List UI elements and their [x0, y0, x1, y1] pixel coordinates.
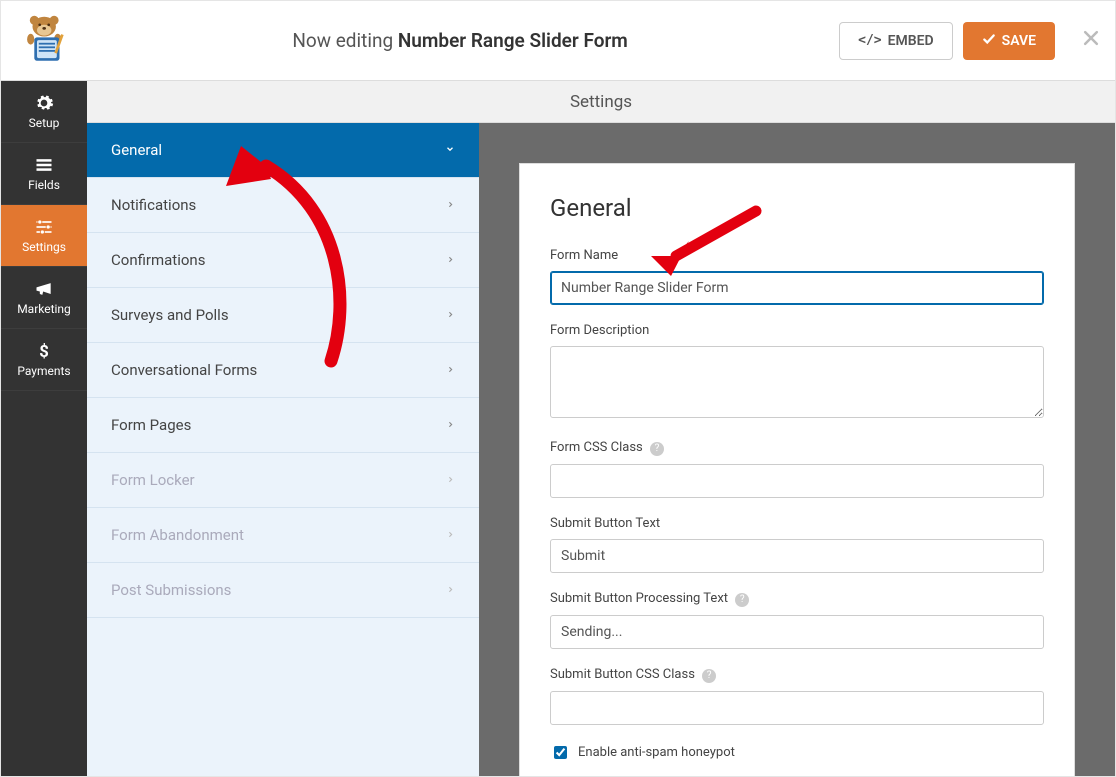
page-title: Now editing Number Range Slider Form: [81, 29, 839, 52]
settings-item-label: Form Pages: [111, 416, 191, 434]
field-form-name: Form Name: [550, 248, 1044, 305]
settings-item-notifications[interactable]: Notifications: [87, 178, 479, 233]
form-name-label: Form Name: [550, 248, 1044, 263]
gear-icon: [34, 93, 54, 113]
settings-item-label: Form Locker: [111, 471, 195, 489]
svg-text:$: $: [39, 343, 49, 361]
settings-content: General Form Name Form Description Form …: [479, 123, 1115, 776]
field-submit-css: Submit Button CSS Class ?: [550, 667, 1044, 725]
vnav-label: Settings: [22, 240, 66, 254]
help-icon[interactable]: ?: [650, 442, 664, 456]
help-icon[interactable]: ?: [735, 593, 749, 607]
list-icon: [34, 155, 54, 175]
css-class-label: Form CSS Class ?: [550, 440, 1044, 456]
save-button[interactable]: SAVE: [963, 22, 1055, 60]
settings-item-form-abandonment[interactable]: Form Abandonment: [87, 508, 479, 563]
settings-item-label: General: [111, 141, 162, 159]
settings-item-label: Conversational Forms: [111, 361, 257, 379]
close-button[interactable]: [1081, 25, 1101, 55]
vnav-item-marketing[interactable]: Marketing: [1, 267, 87, 329]
embed-button-label: EMBED: [888, 33, 934, 49]
vnav-item-payments[interactable]: $ Payments: [1, 329, 87, 391]
vnav-label: Marketing: [17, 302, 71, 316]
chevron-right-icon: [446, 473, 455, 488]
bullhorn-icon: [34, 279, 54, 299]
submit-processing-label-text: Submit Button Processing Text: [550, 591, 728, 606]
save-button-label: SAVE: [1002, 33, 1036, 49]
settings-item-conversational[interactable]: Conversational Forms: [87, 343, 479, 398]
close-icon: [1081, 28, 1101, 48]
settings-item-label: Post Submissions: [111, 581, 231, 599]
antispam-row: Enable anti-spam honeypot: [550, 743, 1044, 762]
settings-item-confirmations[interactable]: Confirmations: [87, 233, 479, 288]
vnav-label: Fields: [28, 178, 60, 192]
form-title: Number Range Slider Form: [398, 29, 628, 52]
css-class-label-text: Form CSS Class: [550, 440, 643, 455]
submit-css-label-text: Submit Button CSS Class: [550, 667, 695, 682]
submit-text-label: Submit Button Text: [550, 516, 1044, 531]
vnav-label: Payments: [17, 364, 70, 378]
submit-css-input[interactable]: [550, 691, 1044, 725]
chevron-right-icon: [446, 363, 455, 378]
code-icon: </>: [858, 33, 881, 48]
field-submit-processing: Submit Button Processing Text ?: [550, 591, 1044, 649]
settings-list: General Notifications Confirmations: [87, 123, 479, 776]
toolbar-buttons: </> EMBED SAVE: [839, 22, 1055, 60]
chevron-right-icon: [446, 198, 455, 213]
chevron-right-icon: [446, 253, 455, 268]
chevron-down-icon: [445, 143, 455, 158]
settings-item-post-submissions[interactable]: Post Submissions: [87, 563, 479, 618]
settings-item-form-locker[interactable]: Form Locker: [87, 453, 479, 508]
settings-item-surveys[interactable]: Surveys and Polls: [87, 288, 479, 343]
sliders-icon: [34, 217, 54, 237]
panels: General Notifications Confirmations: [87, 123, 1115, 776]
dollar-icon: $: [34, 341, 54, 361]
chevron-right-icon: [446, 583, 455, 598]
field-form-description: Form Description: [550, 323, 1044, 422]
field-css-class: Form CSS Class ?: [550, 440, 1044, 498]
css-class-input[interactable]: [550, 464, 1044, 498]
antispam-checkbox[interactable]: [554, 746, 567, 759]
settings-item-label: Form Abandonment: [111, 526, 244, 544]
main-area: Setup Fields Settings Marketing $ Paymen…: [1, 81, 1115, 776]
vertical-nav: Setup Fields Settings Marketing $ Paymen…: [1, 81, 87, 776]
settings-item-label: Notifications: [111, 196, 196, 214]
vnav-item-settings[interactable]: Settings: [1, 205, 87, 267]
vnav-label: Setup: [29, 116, 60, 130]
settings-item-general[interactable]: General: [87, 123, 479, 178]
form-description-input[interactable]: [550, 346, 1044, 418]
settings-item-form-pages[interactable]: Form Pages: [87, 398, 479, 453]
help-icon[interactable]: ?: [702, 669, 716, 683]
check-icon: [982, 32, 996, 50]
settings-item-label: Confirmations: [111, 251, 205, 269]
vnav-item-setup[interactable]: Setup: [1, 81, 87, 143]
form-description-label: Form Description: [550, 323, 1044, 338]
top-toolbar: Now editing Number Range Slider Form </>…: [1, 1, 1115, 81]
settings-item-label: Surveys and Polls: [111, 306, 229, 324]
right-column: Settings General Notifications Con: [87, 81, 1115, 776]
vnav-item-fields[interactable]: Fields: [1, 143, 87, 205]
app-logo: [11, 11, 81, 71]
antispam-label: Enable anti-spam honeypot: [578, 745, 735, 760]
submit-processing-input[interactable]: [550, 615, 1044, 649]
chevron-right-icon: [446, 418, 455, 433]
form-name-input[interactable]: [550, 271, 1044, 305]
submit-css-label: Submit Button CSS Class ?: [550, 667, 1044, 683]
settings-header: Settings: [87, 81, 1115, 123]
chevron-right-icon: [446, 528, 455, 543]
general-settings-card: General Form Name Form Description Form …: [519, 163, 1075, 776]
submit-text-input[interactable]: [550, 539, 1044, 573]
field-submit-text: Submit Button Text: [550, 516, 1044, 573]
submit-processing-label: Submit Button Processing Text ?: [550, 591, 1044, 607]
embed-button[interactable]: </> EMBED: [839, 22, 953, 60]
title-prefix: Now editing: [292, 29, 393, 52]
panel-heading: General: [550, 194, 1044, 222]
chevron-right-icon: [446, 308, 455, 323]
